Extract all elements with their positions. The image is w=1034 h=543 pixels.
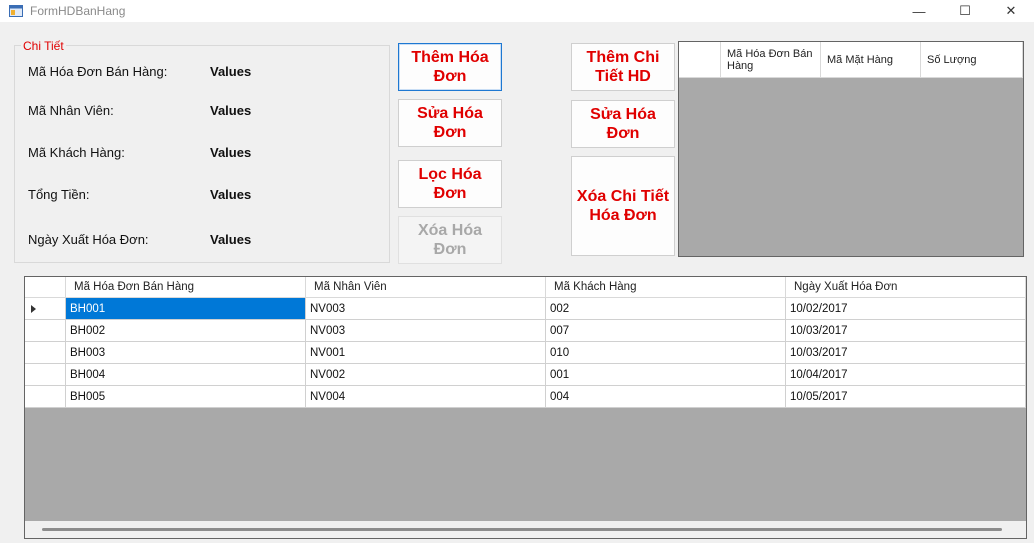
filter-invoice-button[interactable]: Lọc Hóa Đơn (398, 160, 502, 208)
cell-issue-date[interactable]: 10/03/2017 (786, 320, 1026, 342)
invoice-grid-corner (25, 277, 66, 298)
cell-issue-date[interactable]: 10/05/2017 (786, 386, 1026, 408)
detail-grid-corner (679, 42, 721, 78)
delete-invoice-button[interactable]: Xóa Hóa Đơn (398, 216, 502, 264)
app-icon (9, 4, 23, 17)
cell-invoice-id[interactable]: BH001 (66, 298, 306, 320)
invoice-id-value: Values (210, 64, 252, 79)
issue-date-label: Ngày Xuất Hóa Đơn: (28, 232, 149, 247)
detail-col-invoice-id[interactable]: Mã Hóa Đơn Bán Hàng (721, 42, 821, 78)
window-title: FormHDBanHang (30, 4, 126, 18)
cell-invoice-id[interactable]: BH005 (66, 386, 306, 408)
cell-issue-date[interactable]: 10/04/2017 (786, 364, 1026, 386)
cell-employee-id[interactable]: NV002 (306, 364, 546, 386)
add-invoice-button[interactable]: Thêm Hóa Đơn (398, 43, 502, 91)
row-header[interactable] (25, 386, 66, 408)
invoice-grid-header: Mã Hóa Đơn Bán Hàng Mã Nhân Viên Mã Khác… (25, 277, 1026, 298)
cell-invoice-id[interactable]: BH004 (66, 364, 306, 386)
minimize-button[interactable]: — (896, 0, 942, 22)
detail-col-item-id[interactable]: Mã Mặt Hàng (821, 42, 921, 78)
cell-customer-id[interactable]: 002 (546, 298, 786, 320)
edit-invoice-button-2[interactable]: Sửa Hóa Đơn (571, 100, 675, 148)
cell-employee-id[interactable]: NV001 (306, 342, 546, 364)
row-header[interactable] (25, 364, 66, 386)
employee-id-value: Values (210, 103, 252, 118)
customer-id-value: Values (210, 145, 252, 160)
cell-customer-id[interactable]: 001 (546, 364, 786, 386)
cell-customer-id[interactable]: 007 (546, 320, 786, 342)
cell-customer-id[interactable]: 010 (546, 342, 786, 364)
table-row[interactable]: BH002 NV003 007 10/03/2017 (25, 320, 1026, 342)
add-detail-button[interactable]: Thêm Chi Tiết HD (571, 43, 675, 91)
customer-id-label: Mã Khách Hàng: (28, 145, 125, 160)
col-employee-id[interactable]: Mã Nhân Viên (306, 277, 546, 298)
title-bar: FormHDBanHang — ☐ ✕ (0, 0, 1034, 22)
row-header[interactable] (25, 298, 66, 320)
col-customer-id[interactable]: Mã Khách Hàng (546, 277, 786, 298)
total-label: Tổng Tiền: (28, 187, 90, 202)
cell-employee-id[interactable]: NV003 (306, 320, 546, 342)
row-header[interactable] (25, 320, 66, 342)
details-legend: Chi Tiết (21, 39, 66, 53)
employee-id-label: Mã Nhân Viên: (28, 103, 114, 118)
horizontal-scrollbar[interactable] (25, 521, 1026, 538)
edit-invoice-button[interactable]: Sửa Hóa Đơn (398, 99, 502, 147)
cell-issue-date[interactable]: 10/02/2017 (786, 298, 1026, 320)
issue-date-value: Values (210, 232, 252, 247)
invoice-grid[interactable]: Mã Hóa Đơn Bán Hàng Mã Nhân Viên Mã Khác… (24, 276, 1027, 539)
detail-col-quantity[interactable]: Số Lượng (921, 42, 1023, 78)
detail-grid-header: Mã Hóa Đơn Bán Hàng Mã Mặt Hàng Số Lượng (679, 42, 1023, 78)
table-row[interactable]: BH005 NV004 004 10/05/2017 (25, 386, 1026, 408)
cell-employee-id[interactable]: NV004 (306, 386, 546, 408)
cell-issue-date[interactable]: 10/03/2017 (786, 342, 1026, 364)
table-row[interactable]: BH001 NV003 002 10/02/2017 (25, 298, 1026, 320)
current-row-arrow-icon (31, 305, 36, 313)
cell-customer-id[interactable]: 004 (546, 386, 786, 408)
scrollbar-thumb[interactable] (42, 528, 1002, 531)
details-groupbox: Chi Tiết Mã Hóa Đơn Bán Hàng: Values Mã … (14, 39, 390, 263)
table-row[interactable]: BH004 NV002 001 10/04/2017 (25, 364, 1026, 386)
close-button[interactable]: ✕ (988, 0, 1034, 22)
invoice-id-label: Mã Hóa Đơn Bán Hàng: (28, 64, 168, 79)
delete-detail-button[interactable]: Xóa Chi Tiết Hóa Đơn (571, 156, 675, 256)
row-header[interactable] (25, 342, 66, 364)
cell-employee-id[interactable]: NV003 (306, 298, 546, 320)
table-row[interactable]: BH003 NV001 010 10/03/2017 (25, 342, 1026, 364)
cell-invoice-id[interactable]: BH002 (66, 320, 306, 342)
maximize-button[interactable]: ☐ (942, 0, 988, 22)
col-issue-date[interactable]: Ngày Xuất Hóa Đơn (786, 277, 1026, 298)
detail-grid[interactable]: Mã Hóa Đơn Bán Hàng Mã Mặt Hàng Số Lượng (678, 41, 1024, 257)
total-value: Values (210, 187, 252, 202)
cell-invoice-id[interactable]: BH003 (66, 342, 306, 364)
col-invoice-id[interactable]: Mã Hóa Đơn Bán Hàng (66, 277, 306, 298)
